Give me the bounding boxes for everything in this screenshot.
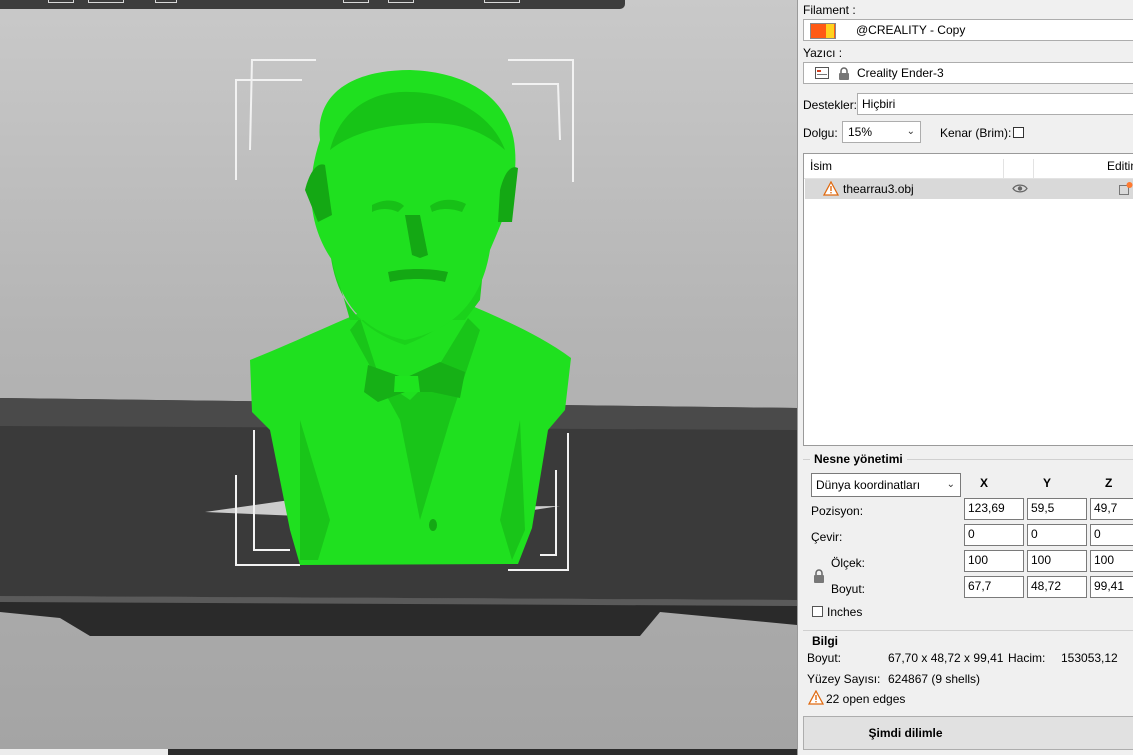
toolbar-button-5[interactable] xyxy=(388,0,414,3)
object-name: thearrau3.obj xyxy=(843,182,914,196)
size-y-input[interactable]: 48,72 xyxy=(1027,576,1087,598)
size-z-input[interactable]: 99,41 xyxy=(1090,576,1133,598)
object-manipulation-title: Nesne yönetimi xyxy=(810,452,907,466)
info-warning-text: 22 open edges xyxy=(826,692,906,706)
inches-label: Inches xyxy=(827,605,863,619)
inches-checkbox[interactable] xyxy=(812,606,823,617)
lock-icon[interactable] xyxy=(812,568,826,584)
filament-value: @CREALITY - Copy xyxy=(856,23,966,37)
slice-now-button[interactable]: Şimdi dilimle xyxy=(803,716,1133,750)
toolbar-button-4[interactable] xyxy=(343,0,369,3)
supports-label: Destekler: xyxy=(803,98,858,112)
infill-value: 15% xyxy=(848,125,873,139)
filament-label: Filament : xyxy=(803,3,856,17)
warning-triangle-icon xyxy=(823,181,839,196)
position-z-input[interactable]: 49,7 xyxy=(1090,498,1133,520)
object-list[interactable]: İsim Editin thearrau3.obj xyxy=(803,153,1133,446)
list-item[interactable]: thearrau3.obj xyxy=(805,179,1133,199)
supports-value: Hiçbiri xyxy=(862,97,896,111)
scale-label: Ölçek: xyxy=(831,556,866,570)
axis-y-label: Y xyxy=(1043,476,1052,490)
swatch-accent xyxy=(826,24,834,38)
info-volume-value: 153053,12 xyxy=(1061,651,1118,665)
object-list-header: İsim Editin xyxy=(804,154,1133,183)
viewport-toolbar xyxy=(0,0,625,9)
infill-combobox[interactable]: 15% ⌄ xyxy=(842,121,921,143)
coordinates-combobox[interactable]: Dünya koordinatları ⌄ xyxy=(811,473,961,497)
toolbar-button-3[interactable] xyxy=(155,0,177,3)
filament-combobox[interactable]: @CREALITY - Copy xyxy=(803,19,1133,41)
printer-combobox[interactable]: Creality Ender-3 xyxy=(803,62,1133,84)
toolbar-button-1[interactable] xyxy=(48,0,74,3)
warning-triangle-icon xyxy=(808,690,824,705)
size-x-input[interactable]: 67,7 xyxy=(964,576,1024,598)
rotation-y-input[interactable]: 0 xyxy=(1027,524,1087,546)
group-border xyxy=(803,630,1133,631)
brim-label: Kenar (Brim): xyxy=(940,126,1012,140)
coordinates-value: Dünya koordinatları xyxy=(816,478,921,492)
axis-z-label: Z xyxy=(1105,476,1113,490)
edit-icon[interactable] xyxy=(1118,181,1133,196)
position-x-input[interactable]: 123,69 xyxy=(964,498,1024,520)
info-size-label: Boyut: xyxy=(807,651,842,665)
infill-label: Dolgu: xyxy=(803,126,838,140)
printer-label: Yazıcı : xyxy=(803,46,843,60)
info-volume-label: Hacim: xyxy=(1008,651,1046,665)
printer-value: Creality Ender-3 xyxy=(857,66,944,80)
scale-z-input[interactable]: 100 xyxy=(1090,550,1133,572)
toolbar-button-2[interactable] xyxy=(88,0,124,3)
chevron-down-icon: ⌄ xyxy=(946,479,955,490)
column-editing[interactable]: Editin xyxy=(1107,159,1133,173)
brim-checkbox[interactable] xyxy=(1013,127,1024,138)
scale-y-input[interactable]: 100 xyxy=(1027,550,1087,572)
lock-icon xyxy=(839,67,849,80)
info-facets-value: 624867 (9 shells) xyxy=(888,672,981,686)
rotation-label: Çevir: xyxy=(811,530,843,544)
rotation-z-input[interactable]: 0 xyxy=(1090,524,1133,546)
toolbar-button-6[interactable] xyxy=(484,0,520,3)
position-label: Pozisyon: xyxy=(811,504,864,518)
viewport-bottom-bar-light xyxy=(0,749,168,755)
sidebar: Filament : @CREALITY - Copy Yazıcı : Cre… xyxy=(797,0,1133,755)
eye-icon[interactable] xyxy=(1012,183,1028,194)
printer-icon xyxy=(815,67,829,79)
column-name[interactable]: İsim xyxy=(810,159,832,173)
viewport-bottom-bar xyxy=(0,749,797,755)
color-swatch-icon xyxy=(810,23,836,39)
info-size-value: 67,70 x 48,72 x 99,41 xyxy=(888,651,1004,665)
info-facets-label: Yüzey Sayısı: xyxy=(807,672,881,686)
scene xyxy=(0,59,797,636)
size-label: Boyut: xyxy=(831,582,866,596)
scale-x-input[interactable]: 100 xyxy=(964,550,1024,572)
axis-x-label: X xyxy=(980,476,989,490)
chevron-down-icon: ⌄ xyxy=(906,126,915,137)
3d-model-bust xyxy=(250,70,571,565)
info-title: Bilgi xyxy=(808,634,842,648)
rotation-x-input[interactable]: 0 xyxy=(964,524,1024,546)
position-y-input[interactable]: 59,5 xyxy=(1027,498,1087,520)
3d-viewport[interactable] xyxy=(0,0,797,755)
supports-combobox[interactable]: Hiçbiri xyxy=(857,93,1133,115)
